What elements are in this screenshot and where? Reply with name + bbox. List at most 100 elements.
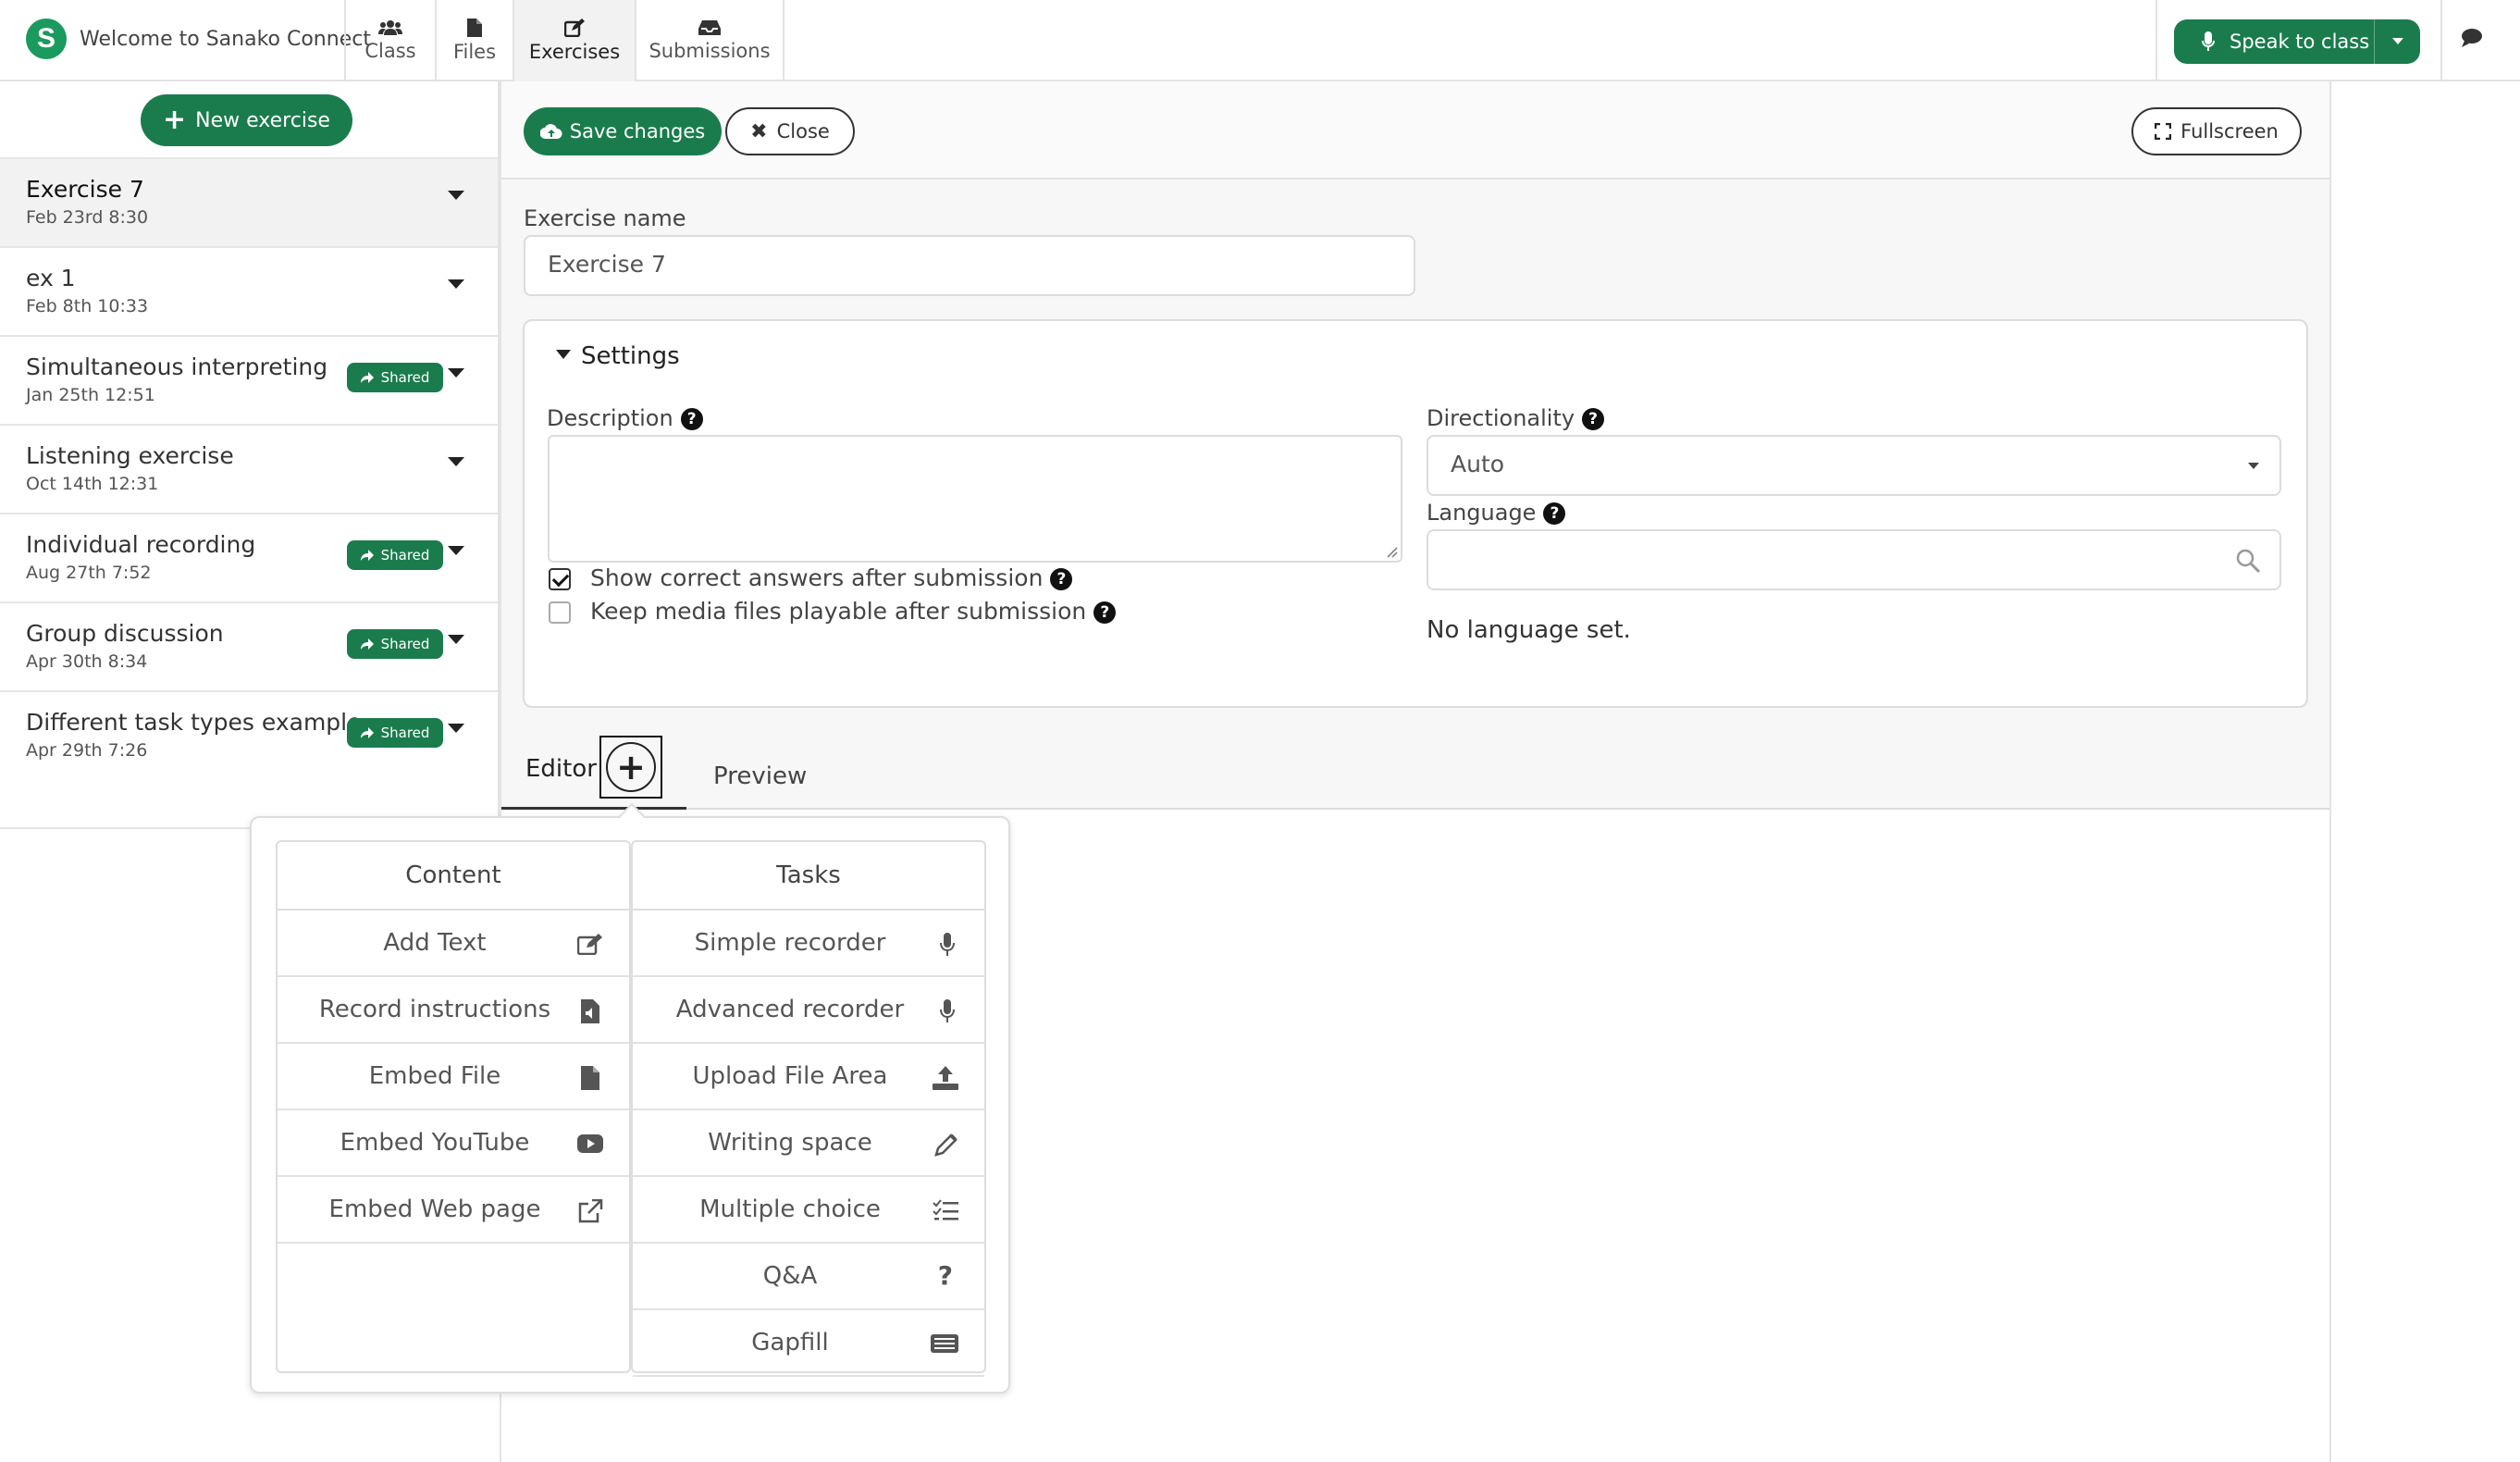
tab-class-label: Class: [364, 40, 416, 62]
embed-file-item[interactable]: Embed File: [278, 1044, 629, 1110]
writing-space-item[interactable]: Writing space: [633, 1110, 984, 1177]
keyboard-icon: [931, 1334, 958, 1353]
help-icon[interactable]: ?: [1093, 601, 1117, 624]
item-label: Writing space: [708, 1129, 872, 1157]
sanako-logo[interactable]: S: [26, 19, 67, 59]
tab-submissions-label: Submissions: [649, 40, 771, 62]
exercise-item[interactable]: Different task types example Apr 29th 7:…: [0, 690, 498, 779]
top-bar: S Welcome to Sanako Connect Class Files …: [0, 0, 2520, 81]
exercise-name-label: Exercise name: [524, 205, 686, 231]
description-label-text: Description: [547, 405, 673, 431]
resize-handle-icon[interactable]: [1387, 547, 1398, 558]
add-text-item[interactable]: Add Text: [278, 911, 629, 977]
shared-label: Shared: [380, 547, 430, 564]
language-label-text: Language: [1427, 500, 1537, 526]
external-link-icon: [578, 1199, 603, 1223]
caret-down-icon[interactable]: [448, 724, 464, 735]
exercise-item[interactable]: Exercise 7 Feb 23rd 8:30: [0, 157, 498, 246]
gapfill-item[interactable]: Gapfill: [633, 1310, 984, 1377]
help-icon[interactable]: ?: [1582, 408, 1605, 430]
content-column: Content Add Text Record instructions Emb…: [276, 840, 631, 1373]
checklist-icon: [933, 1199, 958, 1220]
settings-toggle[interactable]: Settings: [581, 342, 680, 370]
plus-icon: +: [163, 104, 187, 136]
new-exercise-label: New exercise: [195, 108, 330, 132]
speak-to-class-button[interactable]: Speak to class: [2174, 19, 2420, 64]
show-answers-checkbox[interactable]: [549, 568, 571, 590]
item-label: Advanced recorder: [675, 996, 905, 1023]
language-search-input[interactable]: [1427, 529, 2281, 590]
keep-media-text: Keep media files playable after submissi…: [590, 598, 1087, 625]
tab-preview[interactable]: Preview: [713, 762, 807, 790]
edit-icon: [564, 19, 585, 37]
caret-down-icon[interactable]: [448, 279, 464, 291]
qa-item[interactable]: Q&A ?: [633, 1244, 984, 1310]
tab-submissions[interactable]: Submissions: [635, 0, 784, 81]
keep-media-checkbox[interactable]: [549, 601, 571, 624]
add-element-button[interactable]: +: [599, 736, 662, 799]
exercise-item[interactable]: ex 1 Feb 8th 10:33: [0, 246, 498, 335]
chat-icon[interactable]: [2461, 28, 2483, 48]
share-icon: [360, 638, 374, 650]
exercise-name: Different task types example: [26, 709, 362, 736]
help-icon[interactable]: ?: [1543, 502, 1566, 525]
exercise-date: Apr 30th 8:34: [26, 651, 148, 672]
caret-down-icon[interactable]: [448, 191, 464, 202]
close-label: Close: [776, 120, 830, 142]
exercise-item[interactable]: Simultaneous interpreting Jan 25th 12:51…: [0, 335, 498, 424]
question-icon: ?: [937, 1260, 953, 1291]
exercise-item[interactable]: Individual recording Aug 27th 7:52 Share…: [0, 513, 498, 601]
shared-badge: Shared: [347, 363, 443, 392]
tab-exercises[interactable]: Exercises: [513, 0, 635, 81]
shared-badge: Shared: [347, 718, 443, 748]
item-label: Gapfill: [751, 1329, 829, 1357]
item-label: Add Text: [383, 929, 487, 957]
item-label: Multiple choice: [699, 1196, 881, 1223]
divider: [2156, 0, 2157, 81]
embed-web-page-item[interactable]: Embed Web page: [278, 1177, 629, 1244]
exercise-item[interactable]: Group discussion Apr 30th 8:34 Shared: [0, 601, 498, 690]
caret-down-icon: [2248, 463, 2259, 469]
shared-label: Shared: [380, 636, 430, 652]
exercise-date: Apr 29th 7:26: [26, 740, 148, 761]
exercise-name-input[interactable]: Exercise 7: [524, 235, 1415, 296]
new-exercise-button[interactable]: + New exercise: [141, 94, 352, 146]
save-changes-button[interactable]: Save changes: [524, 107, 722, 155]
fullscreen-button[interactable]: Fullscreen: [2131, 107, 2302, 155]
share-icon: [360, 550, 374, 561]
help-icon[interactable]: ?: [1050, 568, 1073, 590]
share-icon: [360, 727, 374, 738]
caret-down-icon: [2391, 38, 2403, 44]
speak-dropdown-toggle[interactable]: [2374, 19, 2420, 64]
help-icon[interactable]: ?: [680, 408, 703, 430]
caret-down-icon[interactable]: [448, 635, 464, 646]
caret-down-icon[interactable]: [448, 546, 464, 557]
advanced-recorder-item[interactable]: Advanced recorder: [633, 977, 984, 1044]
divider: [2440, 0, 2442, 81]
description-textarea[interactable]: [548, 435, 1402, 563]
show-answers-text: Show correct answers after submission: [590, 564, 1044, 591]
multiple-choice-item[interactable]: Multiple choice: [633, 1177, 984, 1244]
exercise-name: Simultaneous interpreting: [26, 353, 328, 380]
caret-down-icon[interactable]: [556, 350, 571, 360]
tab-files[interactable]: Files: [435, 0, 513, 81]
app-title: Welcome to Sanako Connect: [80, 28, 371, 51]
content-header: Content: [278, 842, 629, 911]
caret-down-icon[interactable]: [448, 457, 464, 468]
close-button[interactable]: ✖ Close: [725, 107, 855, 155]
shared-label: Shared: [380, 725, 430, 741]
caret-down-icon[interactable]: [448, 368, 464, 379]
tab-class[interactable]: Class: [344, 0, 435, 81]
exercise-name: Listening exercise: [26, 442, 234, 469]
directionality-select[interactable]: Auto: [1427, 435, 2281, 496]
simple-recorder-item[interactable]: Simple recorder: [633, 911, 984, 977]
upload-file-area-item[interactable]: Upload File Area: [633, 1044, 984, 1110]
embed-youtube-item[interactable]: Embed YouTube: [278, 1110, 629, 1177]
search-icon: [2236, 549, 2261, 574]
fullscreen-label: Fullscreen: [2180, 120, 2279, 142]
record-instructions-item[interactable]: Record instructions: [278, 977, 629, 1044]
exercise-item[interactable]: Listening exercise Oct 14th 12:31: [0, 424, 498, 513]
tab-editor[interactable]: Editor: [525, 755, 597, 783]
fullscreen-icon: [2155, 123, 2172, 140]
directionality-label: Directionality?: [1427, 405, 1605, 431]
